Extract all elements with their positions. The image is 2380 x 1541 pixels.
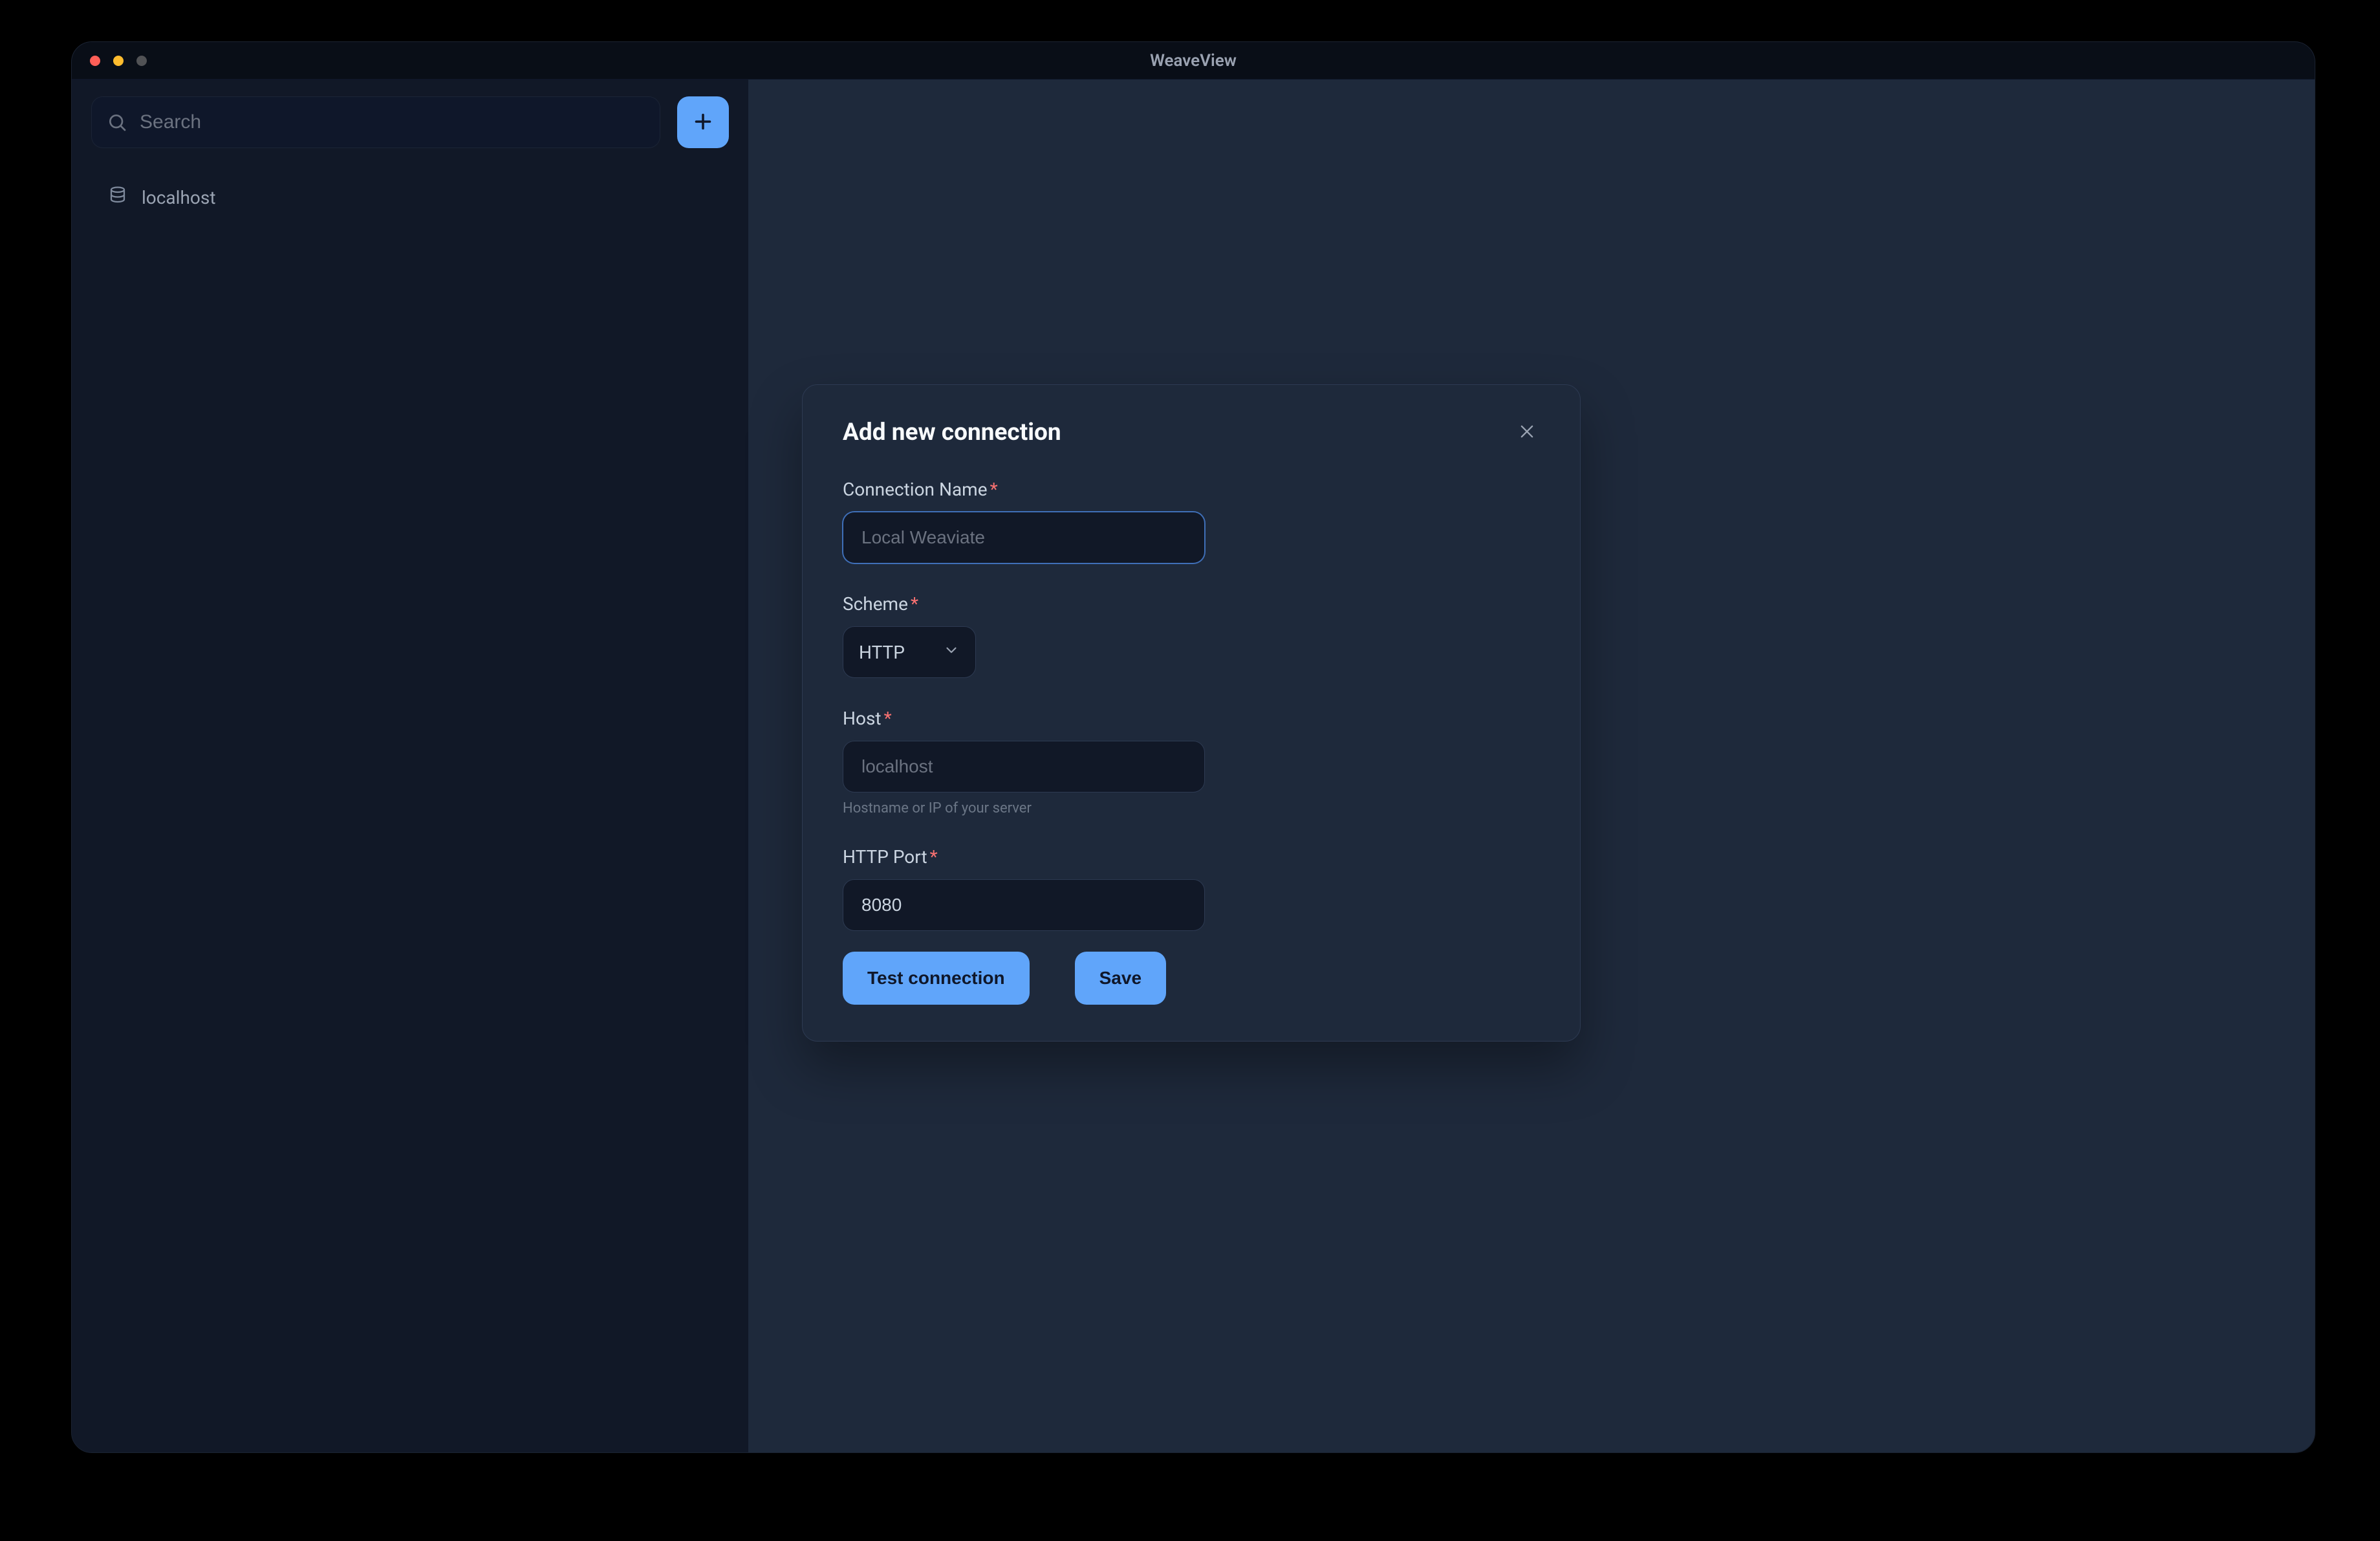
required-marker: *	[930, 846, 938, 868]
search-input[interactable]	[91, 96, 660, 148]
window-title: WeaveView	[72, 51, 2315, 71]
field-connection-name: Connection Name*	[843, 479, 1540, 563]
test-connection-button[interactable]: Test connection	[843, 952, 1030, 1005]
search-wrap	[91, 96, 660, 148]
required-marker: *	[911, 593, 918, 615]
label-text: Connection Name	[843, 479, 988, 500]
close-icon	[1518, 422, 1536, 443]
connection-name-input[interactable]	[843, 512, 1205, 563]
chevron-down-icon	[943, 642, 960, 663]
field-host: Host* Hostname or IP of your server	[843, 708, 1540, 816]
field-http-port: HTTP Port*	[843, 846, 1540, 931]
save-button[interactable]: Save	[1075, 952, 1166, 1005]
label-text: HTTP Port	[843, 846, 927, 868]
plus-icon	[691, 110, 715, 135]
field-scheme: Scheme* HTTP	[843, 593, 1540, 678]
host-input[interactable]	[843, 741, 1205, 792]
modal-actions: Test connection Save	[843, 952, 1540, 1005]
required-marker: *	[884, 708, 892, 729]
scheme-select[interactable]: HTTP	[843, 626, 976, 678]
field-label: Host*	[843, 708, 1540, 729]
field-label: Scheme*	[843, 593, 1540, 615]
sidebar-list: localhost	[91, 178, 729, 217]
host-help-text: Hostname or IP of your server	[843, 800, 1540, 816]
field-label: HTTP Port*	[843, 846, 1540, 868]
close-window-icon[interactable]	[90, 56, 100, 66]
sidebar: localhost	[72, 80, 748, 1452]
required-marker: *	[990, 479, 998, 500]
label-text: Host	[843, 708, 882, 729]
search-icon	[107, 112, 127, 133]
close-modal-button[interactable]	[1514, 420, 1540, 446]
sidebar-toolbar	[91, 96, 729, 148]
window-controls	[90, 56, 147, 66]
scheme-selected-value: HTTP	[859, 642, 905, 663]
titlebar: WeaveView	[72, 42, 2315, 80]
main-panel: Add new connection Connection Name*	[748, 80, 2315, 1452]
add-connection-button[interactable]	[677, 96, 729, 148]
label-text: Scheme	[843, 593, 908, 615]
app-body: localhost Add new connection	[72, 80, 2315, 1452]
sidebar-item-localhost[interactable]: localhost	[91, 178, 729, 217]
field-label: Connection Name*	[843, 479, 1540, 500]
modal-header: Add new connection	[843, 419, 1540, 446]
sidebar-item-label: localhost	[142, 187, 215, 208]
fullscreen-window-icon[interactable]	[136, 56, 147, 66]
app-window: WeaveView	[71, 41, 2315, 1453]
minimize-window-icon[interactable]	[113, 56, 124, 66]
http-port-input[interactable]	[843, 879, 1205, 931]
database-icon	[108, 186, 127, 210]
modal-title: Add new connection	[843, 419, 1061, 446]
add-connection-modal: Add new connection Connection Name*	[802, 384, 1581, 1042]
